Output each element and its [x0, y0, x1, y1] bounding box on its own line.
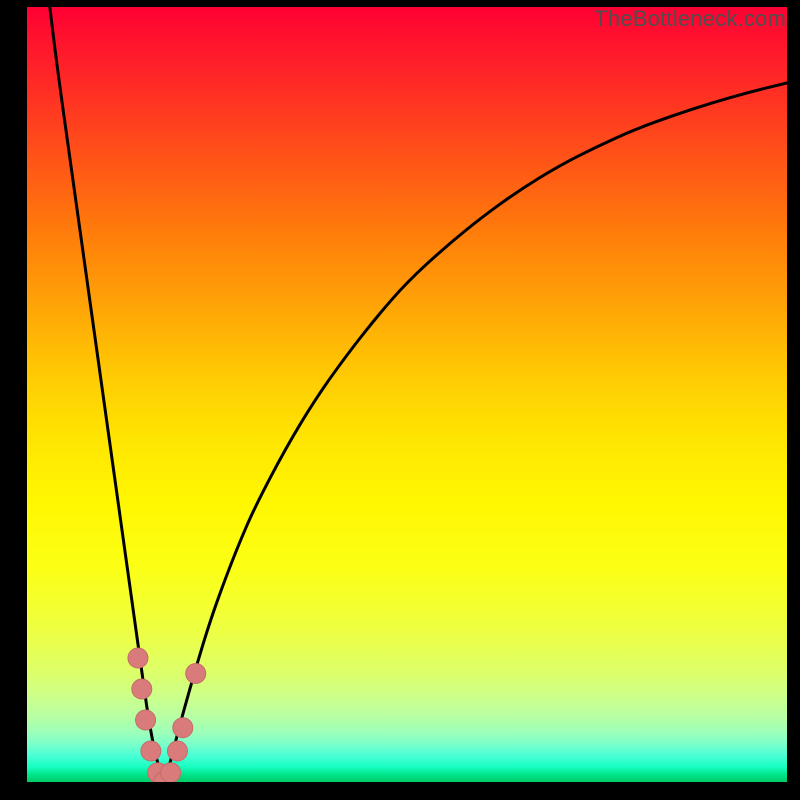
- data-marker: [173, 718, 193, 738]
- chart-svg: [27, 7, 787, 782]
- data-marker: [132, 679, 152, 699]
- curve-group: [50, 7, 787, 776]
- data-marker: [161, 763, 181, 782]
- data-marker: [186, 664, 206, 684]
- data-marker: [136, 710, 156, 730]
- plot-area: [27, 7, 787, 782]
- attribution-text: TheBottleneck.com: [594, 6, 786, 32]
- data-marker: [167, 741, 187, 761]
- chart-frame: TheBottleneck.com: [0, 0, 800, 800]
- data-marker: [128, 648, 148, 668]
- marker-group: [128, 648, 206, 782]
- bottleneck-curve: [50, 7, 787, 776]
- data-marker: [141, 741, 161, 761]
